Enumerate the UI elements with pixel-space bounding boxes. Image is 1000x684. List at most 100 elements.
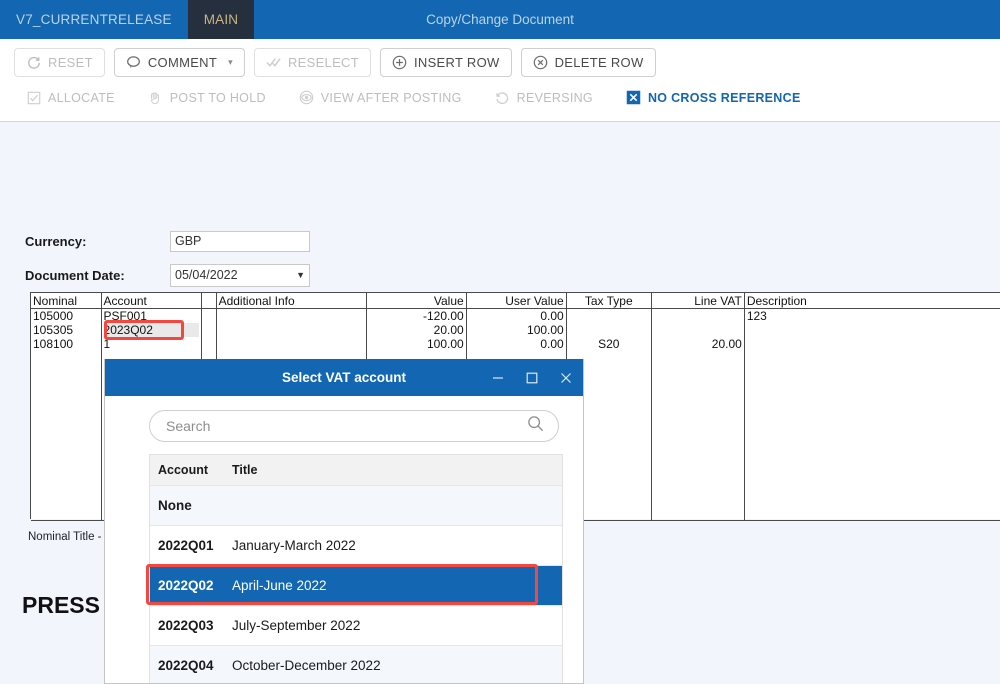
cell-user-value[interactable]: 0.00 — [466, 308, 567, 323]
refresh-icon — [26, 55, 41, 70]
currency-row: Currency: GBP — [25, 228, 310, 254]
search-icon[interactable] — [527, 415, 544, 437]
cell-description[interactable] — [744, 337, 1000, 351]
comment-button[interactable]: COMMENT ▾ — [113, 48, 245, 77]
list-item-title: April-June 2022 — [232, 578, 327, 593]
close-icon — [561, 372, 571, 383]
chevron-down-icon: ▼ — [296, 269, 305, 280]
cell-user-value[interactable]: 100.00 — [466, 323, 567, 337]
list-item-title: July-September 2022 — [232, 618, 361, 633]
currency-label: Currency: — [25, 233, 87, 249]
tab-v7-currentrelease[interactable]: V7_CURRENTRELEASE — [0, 0, 188, 39]
chevron-down-icon[interactable]: ▾ — [228, 57, 233, 68]
list-item-selected[interactable]: 2022Q02 April-June 2022 — [150, 566, 562, 606]
comment-icon — [126, 55, 141, 70]
delete-row-button[interactable]: DELETE ROW — [520, 48, 656, 77]
vat-account-list: Account Title None 2022Q01 January-March… — [149, 454, 563, 683]
list-item-account: None — [158, 498, 192, 513]
cell-spacer — [201, 337, 217, 351]
cell-line-vat[interactable] — [651, 323, 745, 337]
checkbox-icon — [26, 90, 41, 105]
hand-icon — [148, 90, 163, 105]
cell-account[interactable]: PSF001 — [101, 308, 202, 323]
reselect-label: RESELECT — [287, 55, 359, 70]
col-user-value[interactable]: User Value — [466, 293, 567, 309]
cell-value[interactable]: 100.00 — [366, 337, 467, 351]
list-item[interactable]: 2022Q03 July-September 2022 — [150, 606, 562, 646]
cell-spacer — [201, 323, 217, 337]
col-line-vat[interactable]: Line VAT — [651, 293, 745, 309]
cell-tax-type[interactable] — [566, 323, 652, 337]
plus-circle-icon — [392, 55, 407, 70]
currency-input[interactable]: GBP — [170, 230, 310, 252]
comment-label: COMMENT — [147, 55, 218, 70]
document-date-select[interactable]: 05/04/2022 ▼ — [170, 263, 310, 287]
search-input[interactable]: Search — [149, 410, 559, 442]
toolbar-row-primary: RESET COMMENT ▾ RESELECT INSERT ROW DELE… — [14, 48, 1000, 77]
no-cross-reference-button[interactable]: NO CROSS REFERENCE — [613, 84, 813, 111]
toolbar-row-secondary: ALLOCATE POST TO HOLD VIEW AFTER POSTING… — [14, 84, 1000, 111]
list-item[interactable]: None — [150, 486, 562, 526]
cell-nominal[interactable]: 108100 — [31, 337, 102, 351]
app-window: V7_CURRENTRELEASE MAIN Copy/Change Docum… — [0, 0, 1000, 684]
cell-additional-info[interactable] — [216, 323, 367, 337]
maximize-button[interactable] — [515, 359, 549, 396]
table-row[interactable]: 108100 1 100.00 0.00 S20 20.00 — [31, 337, 1000, 351]
cell-account-edited[interactable]: 2023Q02 — [101, 323, 202, 337]
list-item-account: 2022Q02 — [158, 578, 214, 593]
list-header-row: Account Title — [150, 455, 562, 486]
col-value[interactable]: Value — [366, 293, 467, 309]
cell-nominal[interactable]: 105000 — [31, 308, 102, 323]
cell-additional-info[interactable] — [216, 308, 367, 323]
cell-tax-type[interactable]: S20 — [566, 337, 652, 351]
cell-tax-type[interactable] — [566, 308, 652, 323]
tab-main[interactable]: MAIN — [187, 0, 255, 39]
reversing-button[interactable]: REVERSING — [483, 84, 605, 111]
allocate-button[interactable]: ALLOCATE — [14, 84, 127, 111]
col-account[interactable]: Account — [101, 293, 202, 309]
post-to-hold-button[interactable]: POST TO HOLD — [136, 84, 278, 111]
document-date-label: Document Date: — [25, 267, 125, 283]
document-date-row: Document Date: 05/04/2022 ▼ — [25, 262, 310, 288]
table-header-row: Nominal Account Additional Info Value Us… — [31, 293, 1000, 309]
view-after-posting-button[interactable]: VIEW AFTER POSTING — [287, 84, 474, 111]
table-row[interactable]: 105305 2023Q02 20.00 100.00 — [31, 323, 1000, 337]
cell-account[interactable]: 1 — [101, 337, 202, 351]
close-button[interactable] — [549, 359, 583, 396]
insert-row-button[interactable]: INSERT ROW — [379, 48, 512, 77]
reset-button[interactable]: RESET — [14, 48, 105, 77]
list-item[interactable]: 2022Q01 January-March 2022 — [150, 526, 562, 566]
cell-line-vat[interactable]: 20.00 — [651, 337, 745, 351]
eye-icon — [299, 90, 314, 105]
col-description[interactable]: Description — [744, 293, 1000, 309]
col-spacer — [201, 293, 217, 309]
x-circle-icon — [533, 55, 548, 70]
minimize-button[interactable] — [481, 359, 515, 396]
cell-value[interactable]: 20.00 — [366, 323, 467, 337]
reselect-button[interactable]: RESELECT — [253, 48, 371, 77]
cell-description[interactable] — [744, 323, 1000, 337]
col-nominal[interactable]: Nominal — [31, 293, 102, 309]
delete-row-label: DELETE ROW — [554, 55, 644, 70]
top-tab-bar: V7_CURRENTRELEASE MAIN Copy/Change Docum… — [0, 0, 1000, 39]
select-vat-account-dialog: Select VAT account Search Account Title … — [104, 359, 584, 684]
post-to-hold-label: POST TO HOLD — [169, 90, 266, 105]
cell-nominal[interactable]: 105305 — [31, 323, 102, 337]
reversing-label: REVERSING — [516, 90, 593, 105]
list-col-title: Title — [232, 463, 258, 477]
cell-line-vat[interactable] — [651, 308, 745, 323]
table-row[interactable]: 105000 PSF001 -120.00 0.00 123 — [31, 308, 1000, 323]
col-additional-info[interactable]: Additional Info — [216, 293, 367, 309]
list-item[interactable]: 2022Q04 October-December 2022 — [150, 646, 562, 683]
dialog-title-bar[interactable]: Select VAT account — [105, 359, 583, 396]
cell-user-value[interactable]: 0.00 — [466, 337, 567, 351]
insert-row-label: INSERT ROW — [413, 55, 500, 70]
toolbar: RESET COMMENT ▾ RESELECT INSERT ROW DELE… — [0, 39, 1000, 122]
dialog-body: Search Account Title None 2022Q01 Januar… — [105, 396, 583, 683]
cell-value[interactable]: -120.00 — [366, 308, 467, 323]
cell-additional-info[interactable] — [216, 337, 367, 351]
tab-main-label: MAIN — [203, 12, 239, 27]
col-tax-type[interactable]: Tax Type — [566, 293, 652, 309]
list-col-account: Account — [158, 463, 208, 477]
cell-description[interactable]: 123 — [744, 308, 1000, 323]
